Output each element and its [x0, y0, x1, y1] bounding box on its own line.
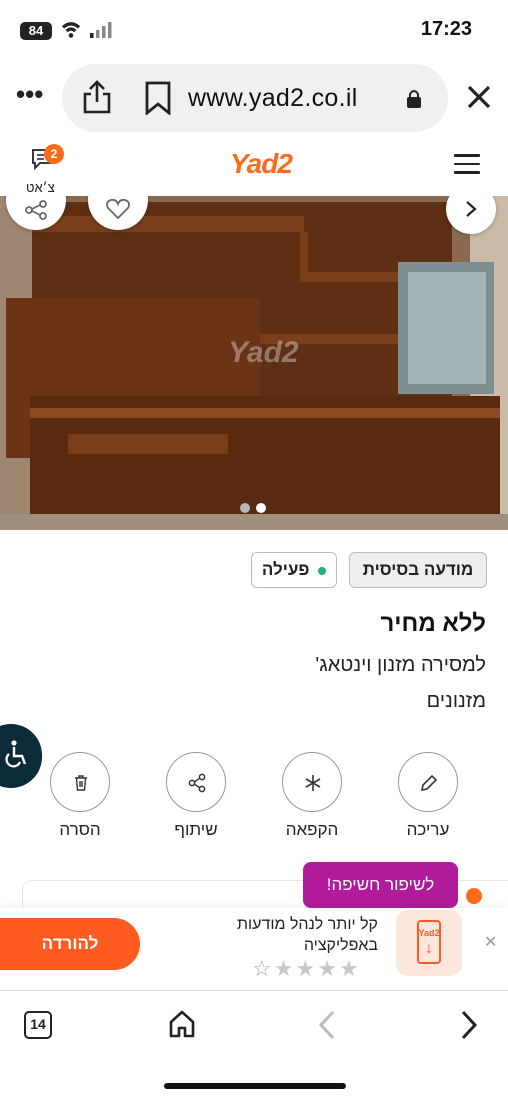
star-half-icon: ☆	[252, 956, 274, 981]
more-icon[interactable]: •••	[16, 81, 46, 112]
browser-url-row: ••• www.yad2.co.il	[0, 62, 508, 134]
share-nodes-icon	[25, 200, 47, 220]
improve-exposure-button[interactable]: לשיפור חשיפה!	[303, 862, 458, 908]
share-icon[interactable]	[82, 80, 112, 114]
gallery-page-indicator	[240, 500, 272, 518]
battery-indicator: 84	[20, 22, 52, 40]
wifi-icon	[61, 22, 81, 38]
download-app-button[interactable]: להורדה	[0, 918, 140, 970]
close-icon[interactable]	[464, 82, 494, 112]
freeze-label: הקפאה	[285, 820, 339, 839]
star-icon: ★	[295, 956, 318, 981]
home-indicator	[164, 1083, 346, 1089]
banner-close-icon[interactable]: ✕	[484, 932, 497, 952]
chat-count-badge: 2	[44, 144, 64, 164]
app-rating-stars: ☆★★★★	[252, 956, 361, 982]
listing-title: למסירה מזנון וינטאג'	[315, 654, 486, 676]
delete-label: הסרה	[59, 820, 101, 839]
star-icon: ★	[338, 956, 361, 981]
lock-icon	[407, 90, 421, 108]
share-label: שיתוף	[174, 820, 218, 839]
pencil-icon	[420, 774, 438, 792]
share-button[interactable]	[166, 752, 226, 812]
listing-image-gallery[interactable]: Yad2	[0, 196, 508, 530]
promo-indicator-dot	[466, 888, 482, 904]
freeze-button[interactable]	[282, 752, 342, 812]
app-icon-logo: Yad2	[418, 928, 440, 938]
status-badge: פעילה	[251, 552, 337, 588]
chat-button[interactable]: 2 צ׳אט	[22, 142, 72, 195]
listing-category: מזנונים	[426, 690, 486, 712]
share-action[interactable]: שיתוף	[166, 752, 226, 839]
star-icon: ★	[273, 956, 296, 981]
app-banner-text: קל יותר לנהל מודעות באפליקציה	[236, 916, 378, 954]
delete-action[interactable]: הסרה	[50, 752, 110, 839]
app-icon: Yad2 ↓	[396, 910, 462, 976]
yad2-logo[interactable]: Yad2	[230, 148, 293, 180]
edit-button[interactable]	[398, 752, 458, 812]
download-arrow-icon: ↓	[425, 940, 433, 957]
site-header: 2 צ׳אט Yad2	[0, 134, 508, 196]
address-bar[interactable]: www.yad2.co.il	[62, 64, 448, 132]
listing-price: ללא מחיר	[380, 610, 486, 637]
chat-label: צ׳אט	[26, 180, 55, 195]
forward-icon[interactable]	[458, 1009, 480, 1041]
bookmark-icon[interactable]	[144, 81, 172, 115]
chevron-right-icon	[466, 201, 477, 217]
edit-action[interactable]: עריכה	[398, 752, 458, 839]
image-watermark: Yad2	[228, 336, 299, 369]
wheelchair-icon	[5, 740, 27, 768]
status-bar: 84 17:23	[0, 0, 508, 62]
share-nodes-icon	[188, 773, 206, 793]
freeze-action[interactable]: הקפאה	[282, 752, 342, 839]
active-dot-icon	[318, 566, 327, 575]
delete-button[interactable]	[50, 752, 110, 812]
tabs-icon[interactable]: 14	[24, 1011, 52, 1039]
cellular-signal-icon	[90, 22, 112, 38]
snowflake-icon	[305, 775, 321, 791]
home-icon[interactable]	[168, 1009, 196, 1039]
gallery-dot[interactable]	[240, 503, 250, 513]
heart-icon	[106, 198, 130, 220]
status-label: פעילה	[261, 560, 310, 579]
trash-icon	[75, 775, 87, 791]
hamburger-menu-icon[interactable]	[454, 154, 480, 174]
app-download-banner: להורדה קל יותר לנהל מודעות באפליקציה ☆★★…	[0, 908, 508, 990]
back-icon[interactable]	[316, 1009, 338, 1041]
edit-label: עריכה	[406, 820, 450, 839]
clock: 17:23	[420, 18, 472, 40]
gallery-dot[interactable]	[256, 503, 266, 513]
star-icon: ★	[317, 956, 339, 981]
browser-toolbar: 14	[0, 990, 508, 1100]
listing-type-tag: מודעה בסיסית	[349, 552, 487, 588]
url-text: www.yad2.co.il	[188, 84, 358, 112]
accessibility-button[interactable]	[0, 724, 42, 788]
